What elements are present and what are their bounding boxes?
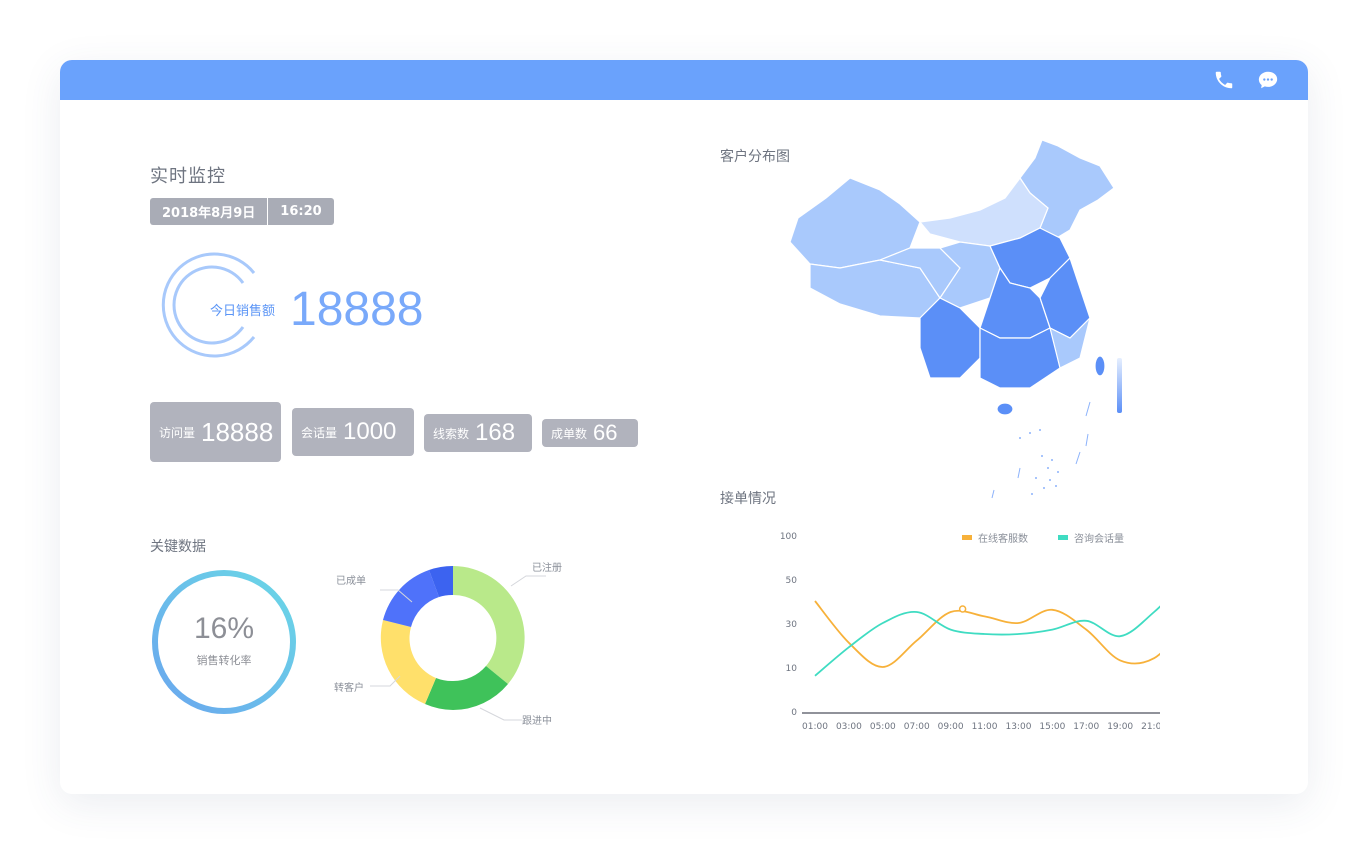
status-donut: 已注册 跟进中 转客户 已成单 — [334, 561, 562, 727]
donut-label-converted: 转客户 — [334, 681, 364, 694]
map-region-hainan — [996, 402, 1014, 416]
x-tick-label: 01:00 — [802, 722, 828, 732]
y-tick-label: 0 — [791, 708, 797, 718]
x-tick-label: 11:00 — [972, 722, 998, 732]
x-tick-label: 19:00 — [1107, 722, 1133, 732]
conversion-rate-value: 16% — [193, 612, 255, 645]
y-tick-label: 50 — [786, 576, 798, 586]
stat-value: 18888 — [201, 416, 274, 447]
time-text: 16:20 — [267, 198, 333, 225]
stat-orders: 成单数 66 — [542, 419, 638, 447]
date-text: 2018年8月9日 — [162, 206, 256, 221]
highlight-point — [958, 605, 967, 613]
stat-sessions: 会话量 1000 — [292, 408, 414, 456]
china-map — [789, 139, 1122, 499]
donut-label-registered: 已注册 — [532, 561, 562, 574]
realtime-title: 实时监控 — [150, 166, 226, 187]
sales-value: 18888 — [290, 283, 424, 336]
y-tick-label: 30 — [786, 620, 798, 630]
x-tick-label: 21:00 — [1141, 722, 1160, 732]
sales-label: 今日销售额 — [210, 304, 276, 319]
stat-value: 66 — [593, 420, 618, 445]
stat-label: 会话量 — [301, 425, 338, 440]
conversion-rate-label: 销售转化率 — [196, 654, 252, 667]
datetime-box: 2018年8月9日 16:20 — [150, 198, 334, 225]
map-scale-bar — [1117, 358, 1122, 413]
donut-label-closed: 已成单 — [336, 575, 366, 587]
stat-leads: 线索数 168 — [424, 414, 532, 452]
y-tick-label: 10 — [786, 664, 798, 674]
x-tick-label: 03:00 — [836, 722, 862, 732]
dashboard-card: 实时监控 2018年8月9日 16:20 今日销售额 18888 访问量 188… — [60, 60, 1308, 794]
y-tick-label: 100 — [780, 532, 797, 542]
x-tick-label: 15:00 — [1039, 722, 1065, 732]
orders-title: 接单情况 — [720, 491, 776, 507]
key-data-title: 关键数据 — [150, 539, 206, 555]
stat-value: 168 — [475, 419, 516, 446]
stat-label: 成单数 — [551, 426, 588, 441]
donut-segment-closed — [383, 570, 439, 627]
orders-line-chart: 0 10 30 50 100 01:00 03:00 05:00 07:00 09:00 11:00… — [780, 532, 1160, 732]
x-tick-label: 09:00 — [938, 722, 964, 732]
x-tick-label: 13:00 — [1005, 722, 1031, 732]
stat-label: 访问量 — [159, 425, 196, 440]
donut-label-following: 跟进中 — [522, 714, 552, 727]
top-bar — [60, 60, 1308, 100]
chat-icon[interactable] — [1257, 69, 1279, 91]
x-tick-label: 17:00 — [1073, 722, 1099, 732]
map-region-southwest — [919, 297, 981, 379]
x-tick-label: 07:00 — [904, 722, 930, 732]
stat-visits: 访问量 18888 — [150, 402, 281, 462]
donut-segment-converted — [380, 620, 436, 704]
x-tick-label: 05:00 — [870, 722, 896, 732]
series-line-consult — [814, 605, 1160, 677]
stat-label: 线索数 — [433, 426, 470, 441]
stat-value: 1000 — [343, 418, 397, 445]
phone-icon[interactable] — [1213, 69, 1235, 91]
map-region-taiwan — [1094, 355, 1106, 377]
